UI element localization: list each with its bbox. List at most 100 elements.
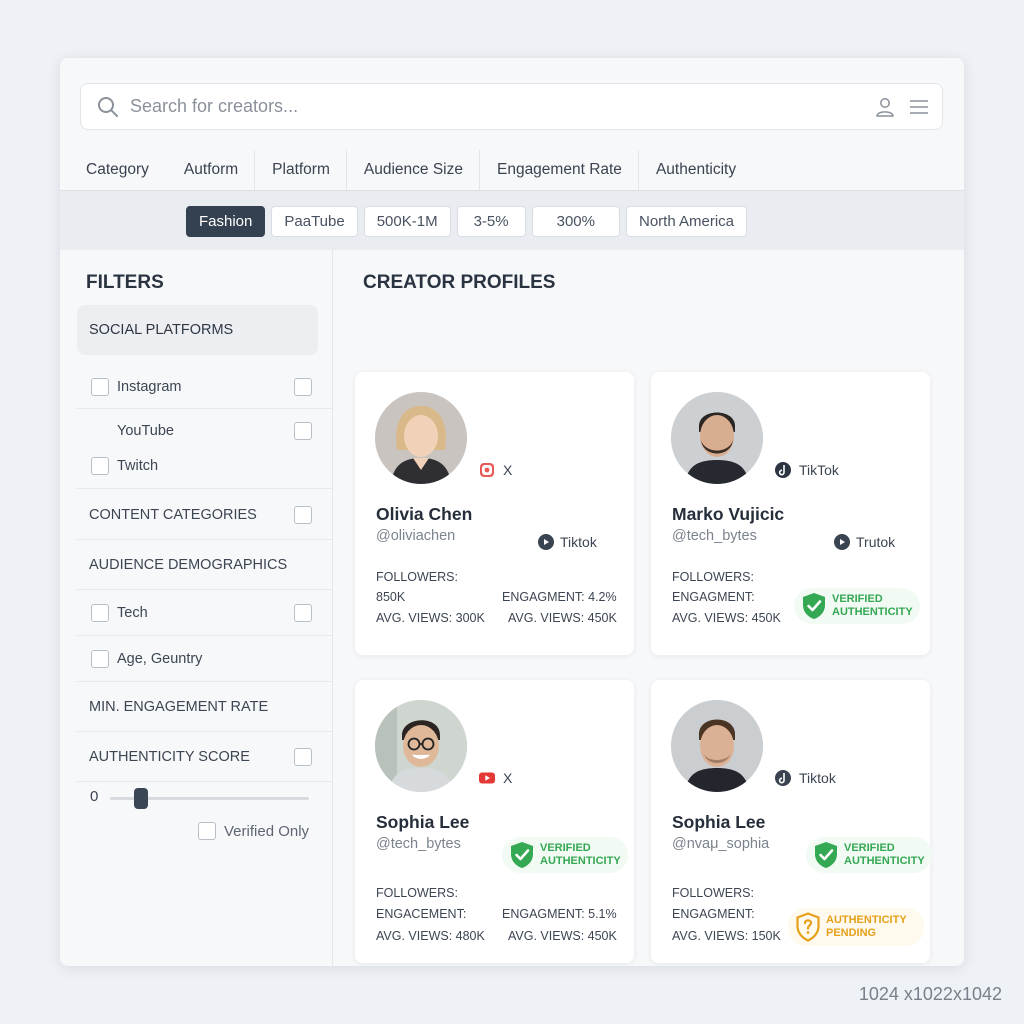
followers-label: FOLLOWERS:: [672, 886, 754, 900]
youtube-checkbox[interactable]: [294, 422, 312, 440]
creator-name: Olivia Chen: [376, 504, 473, 524]
verified-badge: VERIFIED AUTHENTICITY: [806, 837, 932, 873]
creator-handle: @oliviachen: [376, 528, 456, 544]
creator-card[interactable]: Tiktok Sophia Lee @nvaμ_sophia VERIFIED …: [651, 680, 932, 963]
verified-only-label: Verified Only: [224, 822, 310, 840]
tech-checkbox[interactable]: [91, 603, 109, 622]
avatar: [375, 392, 467, 484]
creator-card[interactable]: TikTok Marko Vujicic @tech_bytes Trutok …: [651, 372, 930, 655]
tiktok-icon: [834, 534, 850, 550]
engagement-label: ENGACEMENT:: [376, 907, 467, 921]
social-platforms-header[interactable]: SOCIAL PLATFORMS: [77, 305, 318, 355]
content-categories-checkbox[interactable]: [294, 505, 312, 524]
secondary-platform-label: Tiktok: [560, 534, 597, 550]
tab-autform[interactable]: Autform: [167, 150, 256, 190]
instagram-checkbox[interactable]: [91, 377, 109, 396]
filter-instagram: Instagram: [77, 365, 333, 409]
avg-views-left: AVG. VIEWS: 300K: [376, 611, 485, 625]
tab-engagement-rate[interactable]: Engagement Rate: [480, 150, 639, 190]
content-categories-row[interactable]: CONTENT CATEGORIES: [77, 490, 333, 540]
avg-views-left: AVG. VIEWS: 450K: [672, 611, 781, 625]
tab-authenticity[interactable]: Authenticity: [639, 150, 753, 190]
avg-views-right: AVG. VIEWS: 450K: [508, 929, 617, 943]
avatar: [375, 700, 467, 792]
platform-label: Tiktok: [799, 770, 836, 786]
authenticity-score-checkbox[interactable]: [294, 747, 312, 766]
user-icon[interactable]: [874, 96, 896, 118]
profiles-panel: CREATOR PROFILES X Olivia Chen @oliviach…: [334, 250, 964, 966]
chip-engagement[interactable]: 3-5%: [456, 206, 526, 237]
avg-views-right: AVG. VIEWS: 450K: [508, 611, 617, 625]
engagement-value: ENGAGMENT: 5.1%: [502, 907, 617, 921]
menu-icon[interactable]: [908, 96, 930, 118]
instagram-label: Instagram: [117, 378, 182, 395]
shield-check-icon: [815, 842, 837, 868]
verified-only-filter: Verified Only: [198, 822, 309, 840]
chip-region[interactable]: North America: [625, 206, 748, 237]
twitch-label: Twitch: [117, 457, 159, 474]
instagram-icon: [480, 463, 494, 477]
platform-tag: Tiktok: [775, 770, 836, 786]
secondary-platform-label: Trutok: [856, 534, 896, 550]
verified-only-checkbox[interactable]: [198, 822, 216, 840]
youtube-icon: [479, 772, 495, 784]
creator-name: Sophia Lee: [672, 812, 766, 832]
creator-name: Sophia Lee: [376, 812, 470, 832]
authenticity-slider: 0: [90, 786, 310, 810]
platform-tag: X: [479, 770, 512, 786]
creator-handle: @tech_bytes: [376, 836, 461, 852]
followers-label: FOLLOWERS:: [672, 570, 754, 584]
tiktok-icon: [775, 462, 791, 478]
creator-name: Marko Vujicic: [672, 504, 785, 524]
verified-badge-text: VERIFIED AUTHENTICITY: [832, 593, 913, 618]
app-window: Category Autform Platform Audience Size …: [60, 58, 964, 966]
verified-badge-text: VERIFIED AUTHENTICITY: [540, 842, 621, 867]
filter-age-country: Age, Geuntry: [77, 636, 333, 682]
shield-check-icon: [511, 842, 533, 868]
creator-card[interactable]: X Sophia Lee @tech_bytes VERIFIED AUTHEN…: [355, 680, 634, 963]
filter-tabs: Category Autform Platform Audience Size …: [80, 150, 753, 192]
pending-badge: AUTHENTICITY PENDING: [788, 908, 924, 946]
tech-label: Tech: [117, 604, 148, 621]
chip-paatube[interactable]: PaaTube: [271, 206, 358, 237]
min-engagement-row[interactable]: MIN. ENGAGEMENT RATE: [77, 682, 333, 732]
avg-views-left: AVG. VIEWS: 150K: [672, 929, 781, 943]
tab-category[interactable]: Category: [80, 150, 155, 192]
verified-badge-text: VERIFIED AUTHENTICITY: [844, 842, 925, 867]
search-input[interactable]: [130, 91, 874, 122]
avg-views-left: AVG. VIEWS: 480K: [376, 929, 485, 943]
twitch-checkbox[interactable]: [91, 456, 109, 475]
age-country-checkbox[interactable]: [91, 649, 109, 668]
platform-tag: X: [479, 462, 512, 478]
secondary-platform-tag: Tiktok: [538, 534, 597, 550]
profiles-title: CREATOR PROFILES: [363, 272, 556, 293]
content-categories-label: CONTENT CATEGORIES: [89, 506, 257, 523]
followers-label: FOLLOWERS:: [376, 570, 458, 584]
min-engagement-label: MIN. ENGAGEMENT RATE: [89, 698, 269, 715]
audience-demographics-label: AUDIENCE DEMOGRAPHICS: [89, 556, 288, 573]
tab-audience-size[interactable]: Audience Size: [347, 150, 481, 190]
tiktok-icon: [775, 770, 791, 786]
followers-value: 850K: [376, 590, 406, 604]
creator-handle: @nvaμ_sophia: [672, 836, 770, 852]
slider-thumb[interactable]: [134, 788, 148, 809]
shield-question-icon: [796, 912, 820, 942]
chip-fashion[interactable]: Fashion: [186, 206, 266, 237]
engagement-value: ENGAGMENT: 4.2%: [502, 590, 617, 604]
creator-card[interactable]: X Olivia Chen @oliviachen Tiktok FOLLOWE…: [355, 372, 634, 655]
pending-badge-text: AUTHENTICITY PENDING: [826, 914, 907, 939]
secondary-platform-tag: Trutok: [834, 534, 895, 550]
tab-platform[interactable]: Platform: [255, 150, 347, 190]
chip-authenticity[interactable]: 300%: [531, 206, 620, 237]
shield-check-icon: [803, 593, 825, 619]
chip-audience-size[interactable]: 500K-1M: [363, 206, 451, 237]
search-bar: [80, 83, 943, 130]
filters-sidebar: FILTERS SOCIAL PLATFORMS Instagram YouTu…: [60, 250, 333, 966]
audience-demographics-row[interactable]: AUDIENCE DEMOGRAPHICS: [77, 540, 333, 590]
filter-tech: Tech: [77, 590, 333, 636]
instagram-right-checkbox[interactable]: [294, 377, 312, 396]
authenticity-score-row[interactable]: AUTHENTICITY SCORE: [77, 732, 333, 782]
platform-label: X: [503, 462, 513, 478]
avatar: [671, 392, 763, 484]
tech-right-checkbox[interactable]: [294, 603, 312, 622]
